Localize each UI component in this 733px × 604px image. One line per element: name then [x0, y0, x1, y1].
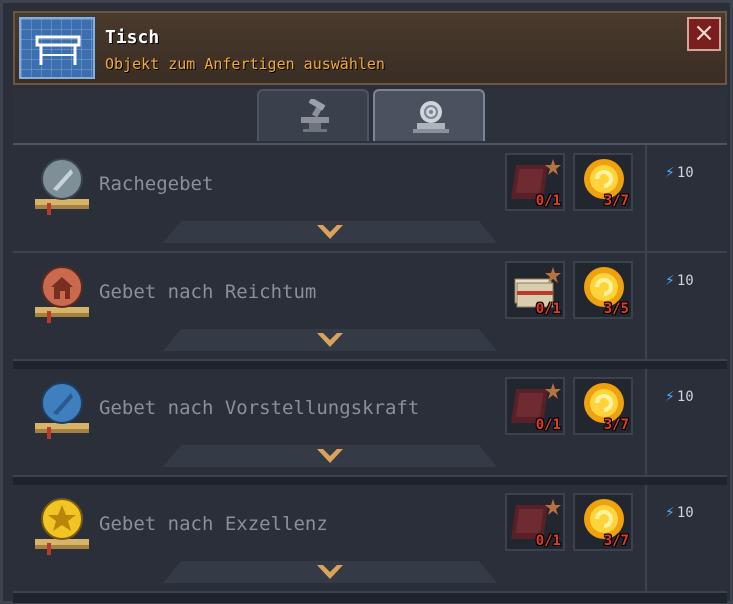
energy-value: 10: [676, 505, 694, 521]
tab-prayer[interactable]: [373, 89, 485, 141]
ingredient-slot[interactable]: 3/7: [573, 493, 633, 551]
recipe-name: Rachegebet: [99, 173, 214, 195]
window-header: Tisch Objekt zum Anfertigen auswählen ×: [13, 11, 727, 85]
energy-value: 10: [676, 389, 694, 405]
energy-value: 10: [676, 273, 694, 289]
house-orb-red-icon: [31, 265, 93, 325]
expand-button[interactable]: [163, 561, 497, 583]
lightning-icon: ⚡: [665, 389, 675, 405]
recipe-list: Rachegebet 0/1 3/7 ⚡ 10 Gebet nach Reich…: [13, 143, 727, 603]
lightning-icon: ⚡: [665, 165, 675, 181]
chevron-down-icon: [317, 333, 343, 347]
recipe-row-main: Gebet nach Vorstellungskraft 0/1 3/7: [13, 369, 647, 475]
energy-cost: ⚡ 10: [665, 389, 694, 405]
recipe-name: Gebet nach Reichtum: [99, 281, 317, 303]
recipe-row[interactable]: Gebet nach Exzellenz 0/1 3/7 ⚡ 10: [13, 485, 727, 593]
ingredient-slot[interactable]: 0/1: [505, 493, 565, 551]
ingredient-slot[interactable]: 0/1: [505, 377, 565, 435]
expand-button[interactable]: [163, 221, 497, 243]
tab-anvil[interactable]: [257, 89, 369, 141]
ingredient-slot[interactable]: 3/7: [573, 377, 633, 435]
ingredient-count: 0/1: [535, 193, 561, 209]
ingredient-slot[interactable]: 3/7: [573, 153, 633, 211]
recipe-row[interactable]: Gebet nach Vorstellungskraft 0/1 3/7 ⚡ 1…: [13, 369, 727, 477]
window-subtitle: Objekt zum Anfertigen auswählen: [105, 55, 385, 73]
lightning-icon: ⚡: [665, 505, 675, 521]
energy-cost: ⚡ 10: [665, 505, 694, 521]
chevron-down-icon: [317, 565, 343, 579]
recipe-name: Gebet nach Exzellenz: [99, 513, 328, 535]
chevron-down-icon: [317, 449, 343, 463]
close-button[interactable]: ×: [687, 17, 721, 51]
ingredient-count: 0/1: [535, 417, 561, 433]
table-icon: [19, 17, 95, 79]
feather-orb-gray-icon: [31, 157, 93, 217]
star-orb-gold-icon: [31, 497, 93, 557]
ingredient-slot[interactable]: 0/1: [505, 153, 565, 211]
ingredient-count: 3/7: [603, 193, 629, 209]
energy-cost: ⚡ 10: [665, 273, 694, 289]
ingredient-slot[interactable]: 3/5: [573, 261, 633, 319]
recipe-row-main: Gebet nach Exzellenz 0/1 3/7: [13, 485, 647, 591]
ingredient-count: 3/7: [603, 533, 629, 549]
ingredient-count: 3/7: [603, 417, 629, 433]
ingredient-slot[interactable]: 0/1: [505, 261, 565, 319]
category-tabs: [13, 89, 727, 143]
energy-value: 10: [676, 165, 694, 181]
energy-cost: ⚡ 10: [665, 165, 694, 181]
feather-orb-blue-icon: [31, 381, 93, 441]
chevron-down-icon: [317, 225, 343, 239]
recipe-row-main: Gebet nach Reichtum 0/1 3/5: [13, 253, 647, 359]
recipe-row-main: Rachegebet 0/1 3/7: [13, 145, 647, 251]
ingredient-count: 0/1: [535, 533, 561, 549]
expand-button[interactable]: [163, 329, 497, 351]
crafting-window: Tisch Objekt zum Anfertigen auswählen ×: [0, 0, 733, 604]
window-title: Tisch: [105, 27, 160, 48]
anvil-hammer-icon: [301, 99, 329, 132]
expand-button[interactable]: [163, 445, 497, 467]
recipe-row[interactable]: Gebet nach Reichtum 0/1 3/5 ⚡ 10: [13, 253, 727, 361]
prayer-altar-icon: [413, 101, 449, 133]
ingredient-count: 0/1: [535, 301, 561, 317]
recipe-name: Gebet nach Vorstellungskraft: [99, 397, 420, 419]
lightning-icon: ⚡: [665, 273, 675, 289]
ingredient-count: 3/5: [603, 301, 629, 317]
recipe-row[interactable]: Rachegebet 0/1 3/7 ⚡ 10: [13, 145, 727, 253]
